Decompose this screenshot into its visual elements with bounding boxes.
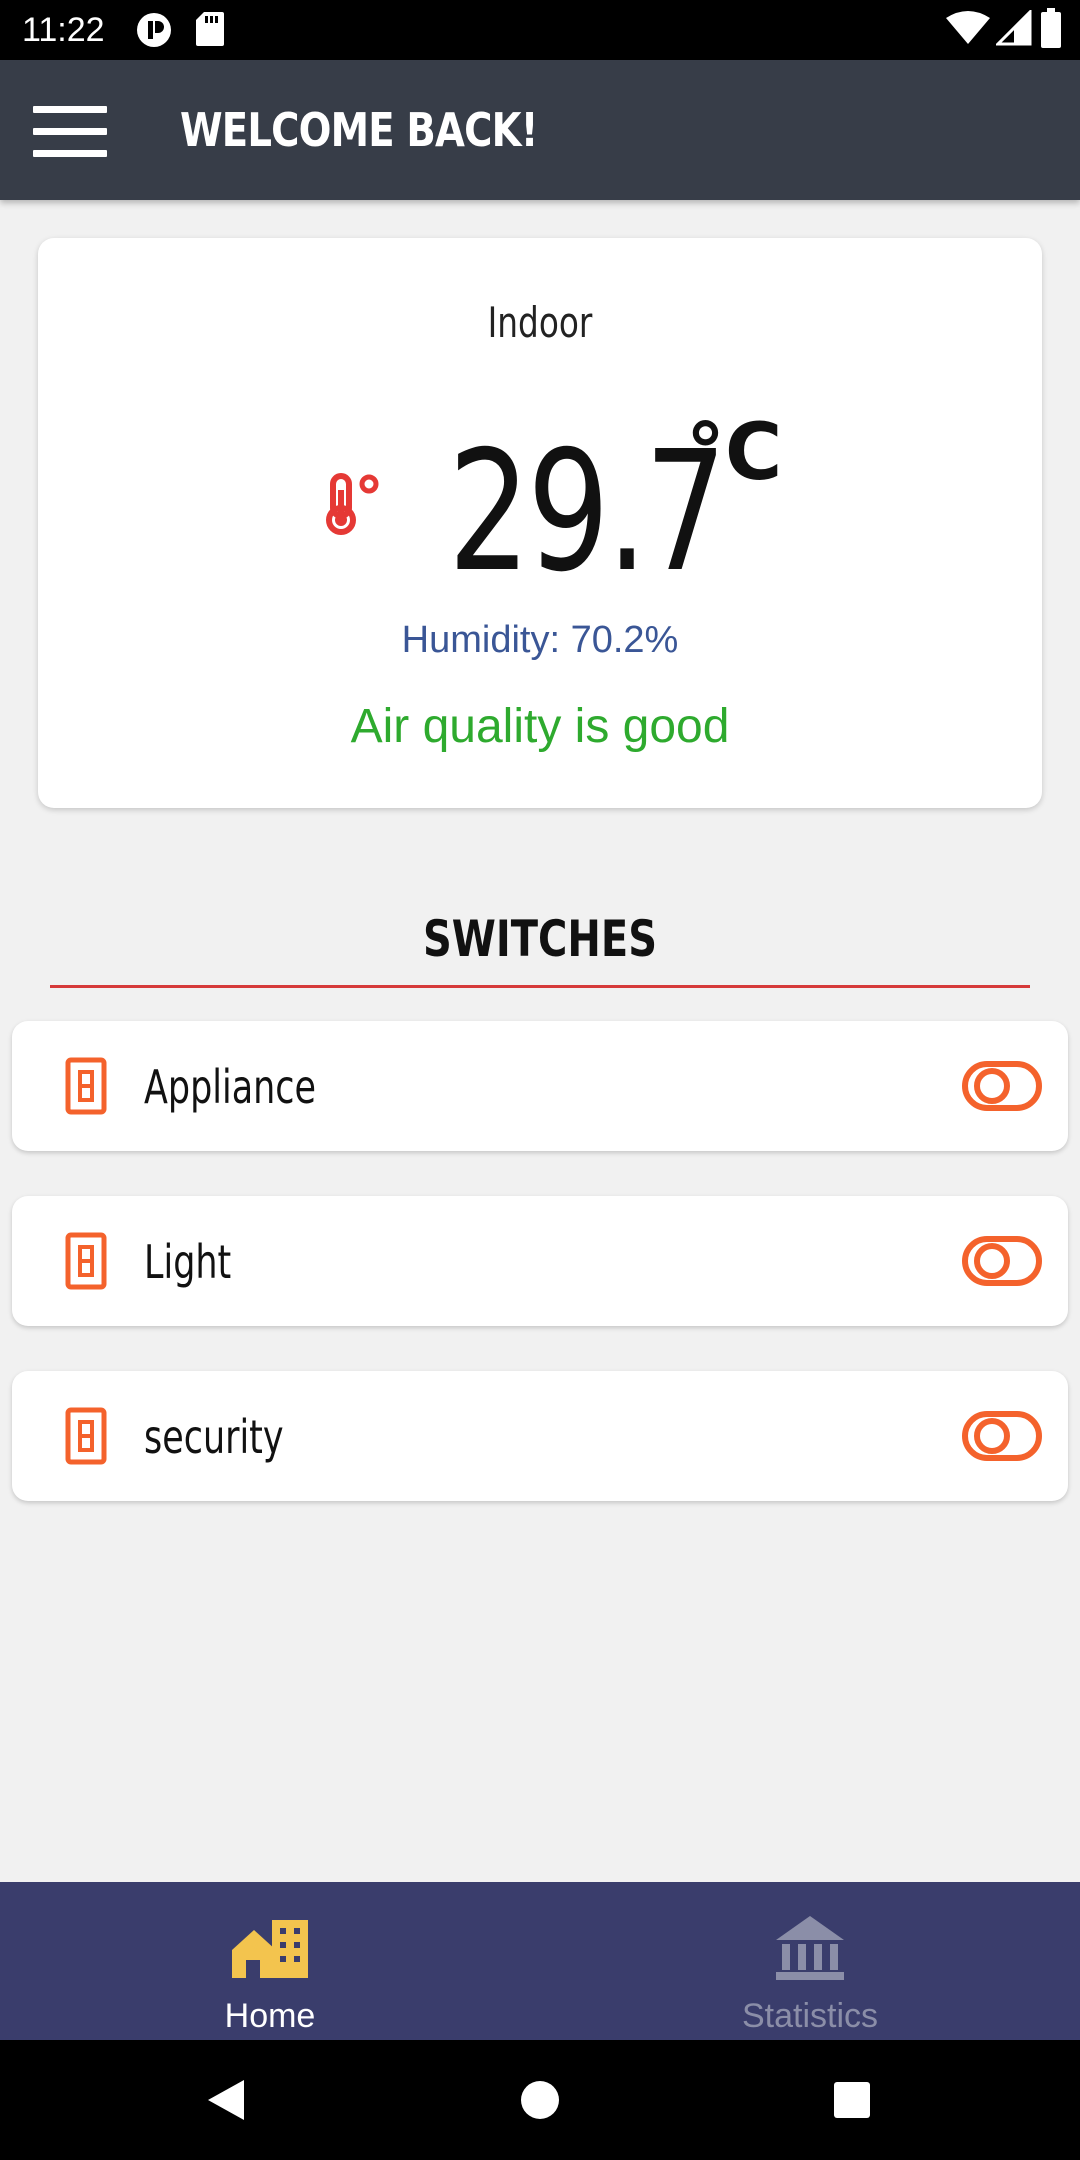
air-quality-text: Air quality is good: [350, 700, 730, 753]
cellular-signal-icon: [996, 10, 1032, 46]
battery-icon: [1041, 8, 1061, 48]
humidity-text: Humidity: 70.2%: [401, 619, 679, 661]
recents-square-icon[interactable]: [822, 2070, 882, 2130]
switch-label: security: [144, 1410, 284, 1464]
system-navigation-bar: [0, 2040, 1080, 2160]
switch-label: Light: [144, 1235, 232, 1289]
bottom-navigation: Home Statistics: [0, 1882, 1080, 2040]
toggle-switch[interactable]: [962, 1236, 1042, 1286]
switches-divider: [50, 985, 1030, 988]
switches-heading: SWITCHES: [422, 910, 658, 968]
back-icon[interactable]: [196, 2070, 256, 2130]
nav-tab-home[interactable]: Home: [0, 1882, 540, 2040]
switch-label: Appliance: [144, 1060, 317, 1114]
wall-switch-icon: [65, 1232, 107, 1290]
wall-switch-icon: [65, 1407, 107, 1465]
home-building-icon: [232, 1920, 308, 1978]
hamburger-menu-icon[interactable]: [22, 88, 118, 172]
switch-row-light[interactable]: Light: [12, 1196, 1068, 1326]
notification-app-icon: [137, 13, 171, 47]
thermometer-icon: [326, 473, 379, 535]
home-circle-icon[interactable]: [510, 2070, 570, 2130]
nav-label-home: Home: [224, 1997, 316, 2035]
wall-switch-icon: [65, 1057, 107, 1115]
switch-row-appliance[interactable]: Appliance: [12, 1021, 1068, 1151]
indoor-label: Indoor: [487, 298, 593, 347]
page-title: WELCOME BACK!: [180, 103, 538, 157]
sd-card-icon: [196, 12, 224, 46]
bank-statistics-icon: [776, 1916, 844, 1980]
temperature-unit: °C: [686, 408, 783, 498]
status-bar: 11:22: [0, 0, 1080, 60]
nav-label-statistics: Statistics: [741, 1997, 879, 2035]
toggle-switch[interactable]: [962, 1061, 1042, 1111]
nav-tab-statistics[interactable]: Statistics: [540, 1882, 1080, 2040]
switch-row-security[interactable]: security: [12, 1371, 1068, 1501]
status-time: 11:22: [22, 11, 105, 49]
wifi-icon: [946, 11, 990, 44]
indoor-climate-card: Indoor 29.7 °C Humidity: 70.2% Air quali…: [38, 238, 1042, 808]
app-bar: WELCOME BACK!: [0, 60, 1080, 200]
toggle-switch[interactable]: [962, 1411, 1042, 1461]
temperature-value: 29.7: [448, 416, 727, 609]
